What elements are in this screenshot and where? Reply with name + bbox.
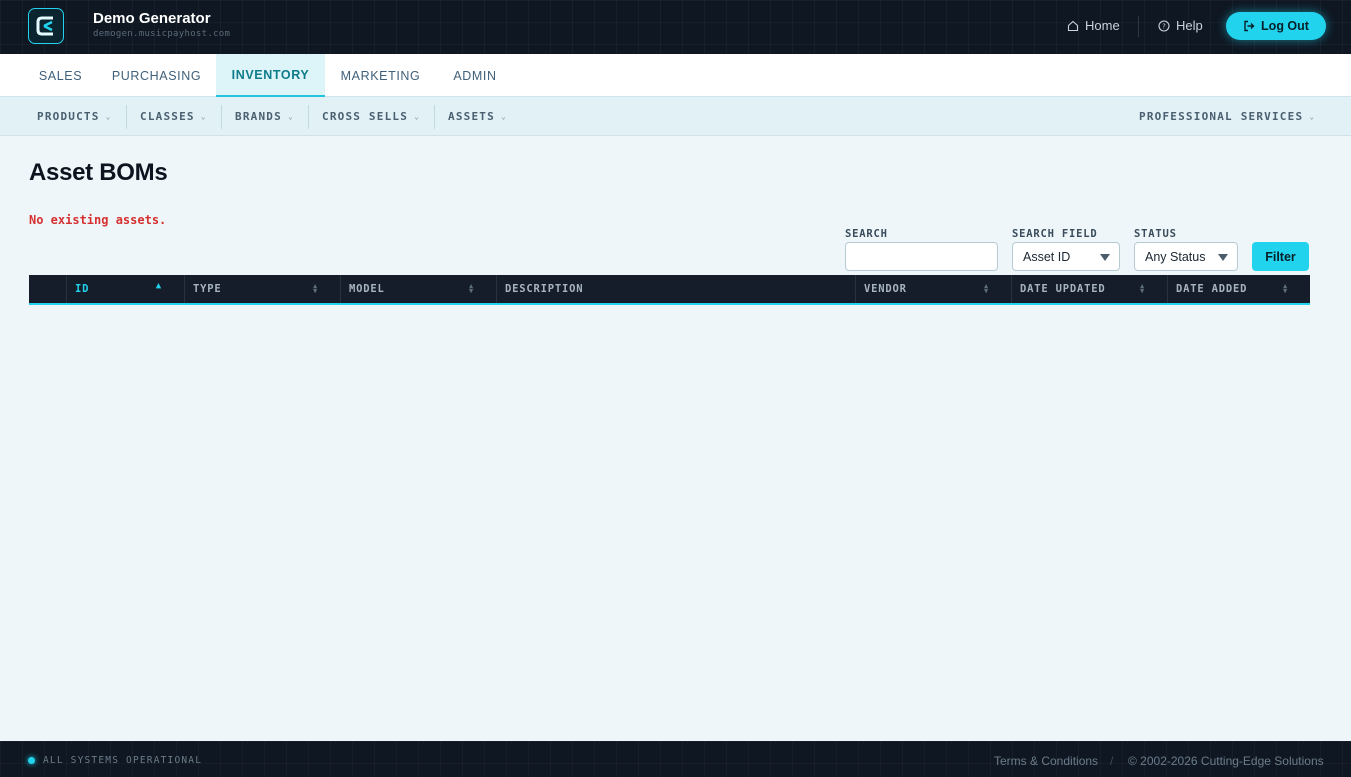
help-label: Help	[1176, 18, 1203, 33]
subnav-classes[interactable]: CLASSES ⌄	[140, 97, 207, 136]
subnav-professional-services-label: PROFESSIONAL SERVICES	[1139, 110, 1304, 123]
search-field-select[interactable]: Asset ID	[1012, 242, 1120, 271]
tab-marketing[interactable]: MARKETING	[325, 54, 436, 97]
sort-ascending-icon: ▲	[155, 281, 162, 291]
column-date-added-label: DATE ADDED	[1176, 283, 1248, 295]
column-type-label: TYPE	[193, 283, 222, 295]
subnav-brands[interactable]: BRANDS ⌄	[235, 97, 294, 136]
sub-nav: PRODUCTS ⌄ CLASSES ⌄ BRANDS ⌄ CROSS SELLS ⌄ …	[0, 97, 1351, 136]
sort-icon: ▲ ▼	[312, 282, 318, 295]
column-header-type[interactable]: TYPE ▲ ▼	[184, 275, 340, 303]
subnav-products-label: PRODUCTS	[37, 110, 100, 123]
column-header-model[interactable]: MODEL ▲ ▼	[340, 275, 496, 303]
search-field-value: Asset ID	[1023, 249, 1071, 264]
main-nav: SALES PURCHASING INVENTORY MARKETING ADM…	[0, 54, 1351, 97]
tab-sales[interactable]: SALES	[24, 54, 97, 97]
top-header: Demo Generator demogen.musicpayhost.com …	[0, 0, 1351, 54]
column-header-description: DESCRIPTION	[496, 275, 855, 303]
subnav-divider	[434, 105, 435, 129]
column-model-label: MODEL	[349, 283, 385, 295]
subnav-divider	[308, 105, 309, 129]
search-input[interactable]	[845, 242, 998, 271]
logout-icon	[1244, 20, 1255, 32]
column-vendor-label: VENDOR	[864, 283, 907, 295]
column-header-id[interactable]: ID ▲	[66, 275, 184, 303]
subnav-professional-services[interactable]: PROFESSIONAL SERVICES ⌄	[1139, 97, 1315, 136]
subnav-assets[interactable]: ASSETS ⌄	[448, 97, 507, 136]
status-indicator-icon	[28, 757, 35, 764]
subnav-cross-sells-label: CROSS SELLS	[322, 110, 409, 123]
chevron-down-icon: ⌄	[287, 112, 294, 121]
chevron-down-icon: ⌄	[414, 112, 421, 121]
footer-separator: /	[1110, 754, 1114, 768]
assets-table-header: ID ▲ TYPE ▲ ▼ MODEL ▲ ▼ DESCRIPTION VENDOR…	[29, 275, 1310, 305]
search-field-label: SEARCH FIELD	[1012, 228, 1098, 240]
logo-icon	[36, 16, 53, 36]
sort-icon: ▲ ▼	[983, 282, 989, 295]
tab-admin[interactable]: ADMIN	[436, 54, 514, 97]
app-logo[interactable]	[28, 8, 64, 44]
header-divider	[1138, 16, 1139, 37]
subnav-cross-sells[interactable]: CROSS SELLS ⌄	[322, 97, 420, 136]
dropdown-arrow-icon	[1100, 254, 1110, 261]
tab-purchasing[interactable]: PURCHASING	[97, 54, 216, 97]
chevron-down-icon: ⌄	[105, 112, 112, 121]
chevron-down-icon: ⌄	[200, 112, 207, 121]
tab-inventory[interactable]: INVENTORY	[216, 54, 325, 97]
help-icon: ?	[1158, 19, 1170, 32]
app-subtitle: demogen.musicpayhost.com	[93, 29, 231, 39]
subnav-assets-label: ASSETS	[448, 110, 495, 123]
terms-link[interactable]: Terms & Conditions	[994, 754, 1098, 768]
chevron-down-icon: ⌄	[500, 112, 507, 121]
copyright: © 2002-2026 Cutting-Edge Solutions	[1128, 754, 1324, 768]
logout-label: Log Out	[1261, 19, 1309, 33]
logout-button[interactable]: Log Out	[1226, 12, 1326, 40]
column-header-date-updated[interactable]: DATE UPDATED ▲ ▼	[1011, 275, 1167, 303]
filter-button[interactable]: Filter	[1252, 242, 1309, 271]
app-title: Demo Generator	[93, 10, 211, 27]
column-description-label: DESCRIPTION	[505, 283, 584, 295]
home-label: Home	[1085, 18, 1120, 33]
status-value: Any Status	[1145, 249, 1206, 264]
column-header-vendor[interactable]: VENDOR ▲ ▼	[855, 275, 1011, 303]
status-select[interactable]: Any Status	[1134, 242, 1238, 271]
column-header-date-added[interactable]: DATE ADDED ▲ ▼	[1167, 275, 1310, 303]
svg-text:?: ?	[1162, 22, 1166, 30]
chevron-down-icon: ⌄	[1309, 112, 1316, 121]
column-date-updated-label: DATE UPDATED	[1020, 283, 1106, 295]
system-status: ALL SYSTEMS OPERATIONAL	[43, 755, 203, 766]
subnav-classes-label: CLASSES	[140, 110, 195, 123]
dropdown-arrow-icon	[1218, 254, 1228, 261]
footer: ALL SYSTEMS OPERATIONAL Terms & Conditio…	[0, 741, 1351, 777]
subnav-divider	[221, 105, 222, 129]
home-link[interactable]: Home	[1067, 18, 1120, 33]
status-label: STATUS	[1134, 228, 1177, 240]
subnav-products[interactable]: PRODUCTS ⌄	[37, 97, 112, 136]
subnav-divider	[126, 105, 127, 129]
sort-icon: ▲ ▼	[1282, 282, 1288, 295]
page-title: Asset BOMs	[29, 159, 168, 186]
sort-icon: ▲ ▼	[1139, 282, 1145, 295]
subnav-brands-label: BRANDS	[235, 110, 282, 123]
search-label: SEARCH	[845, 228, 888, 240]
empty-message: No existing assets.	[29, 213, 167, 227]
column-id-label: ID	[75, 283, 90, 295]
help-link[interactable]: ? Help	[1158, 18, 1203, 33]
home-icon	[1067, 20, 1079, 31]
sort-icon: ▲ ▼	[468, 282, 474, 295]
